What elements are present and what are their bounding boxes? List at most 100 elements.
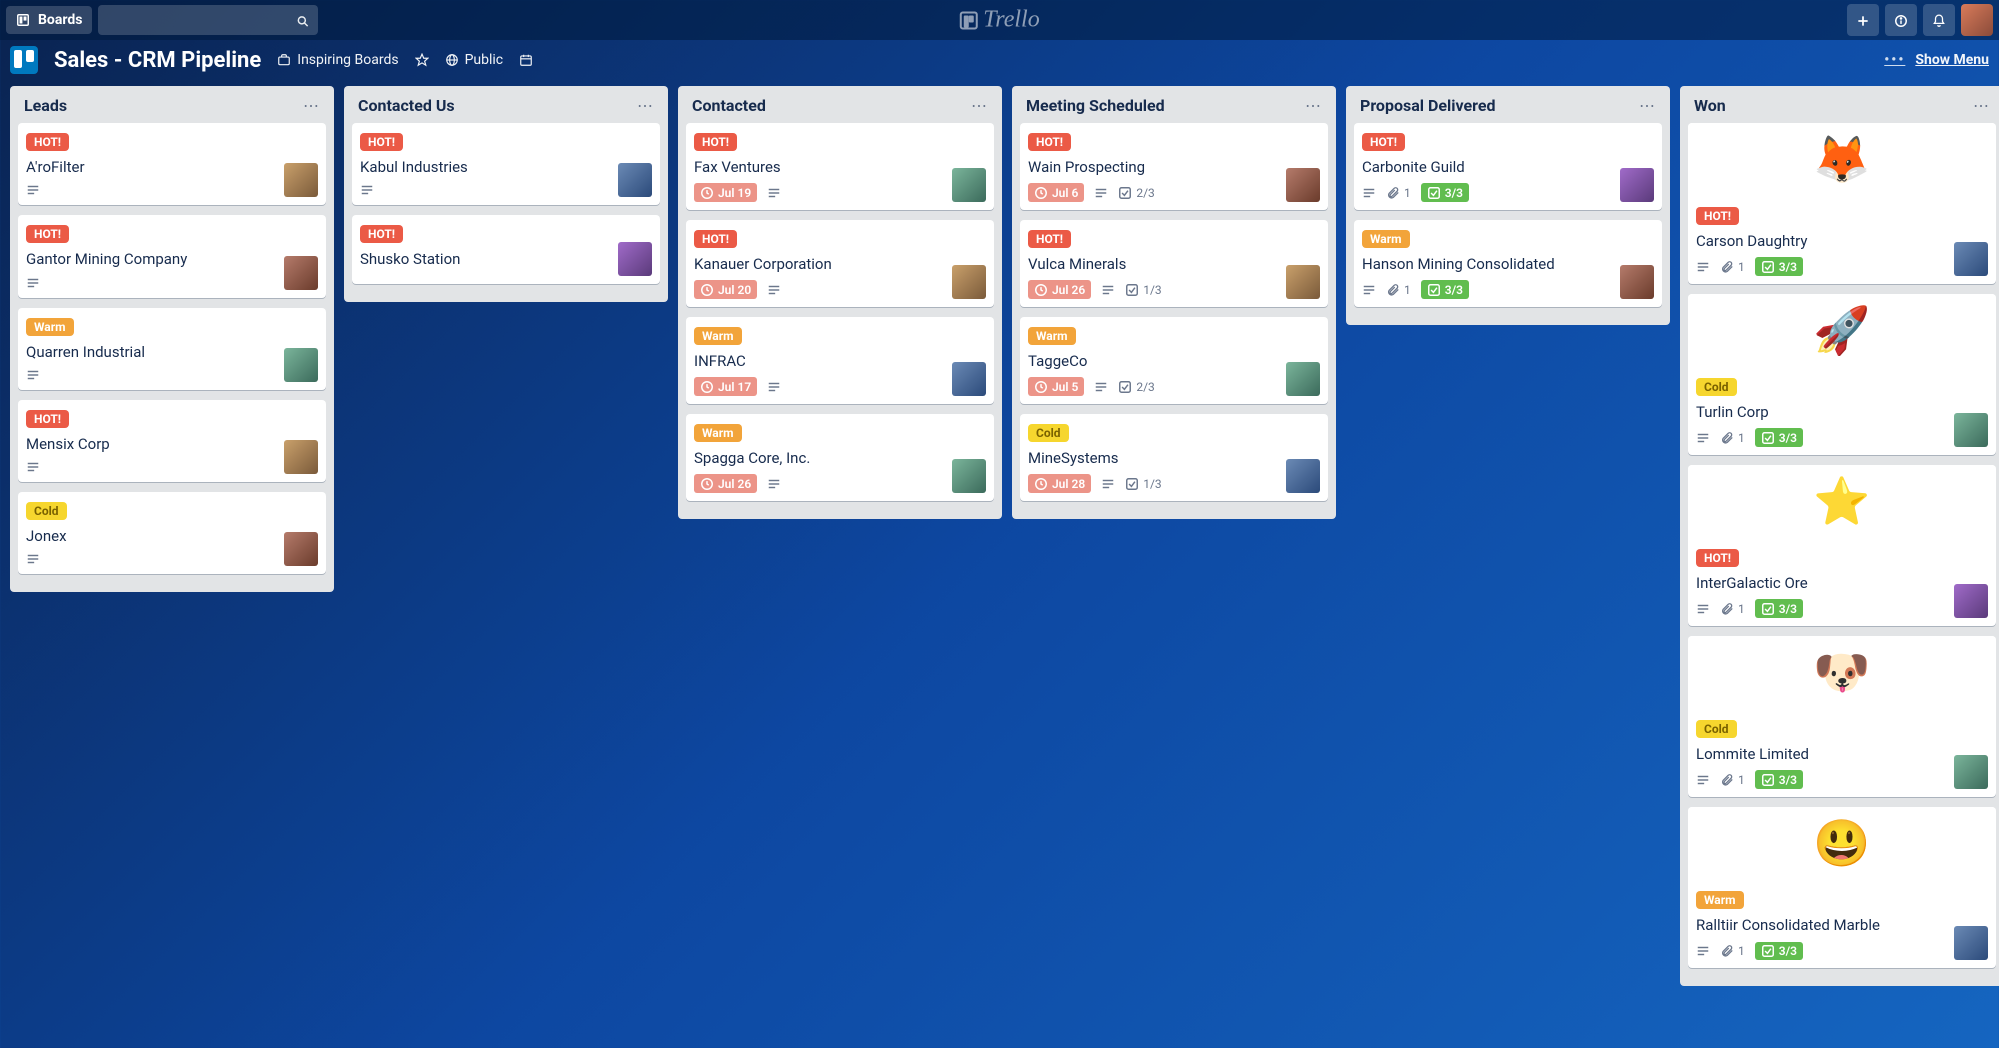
- list: Contacted Us ⋯ HOT!Kabul Industries HOT!S…: [344, 86, 668, 302]
- card[interactable]: HOT!Carbonite Guild 1 3/3: [1354, 123, 1662, 210]
- list-menu-button[interactable]: ⋯: [1305, 96, 1322, 115]
- list-title[interactable]: Contacted Us: [358, 96, 455, 115]
- member-avatar[interactable]: [952, 362, 986, 396]
- card[interactable]: 🦊HOT!Carson Daughtry 1 3/3: [1688, 123, 1996, 284]
- card-badges: Jul 20: [694, 280, 986, 299]
- member-avatar[interactable]: [1954, 413, 1988, 447]
- list-title[interactable]: Proposal Delivered: [1360, 96, 1496, 115]
- list-menu-button[interactable]: ⋯: [1973, 96, 1990, 115]
- list: Won ⋯ 🦊HOT!Carson Daughtry 1 3/3🚀ColdTur…: [1680, 86, 1999, 986]
- member-avatar[interactable]: [1954, 584, 1988, 618]
- checklist-complete-badge: 3/3: [1755, 257, 1803, 276]
- list-menu-button[interactable]: ⋯: [637, 96, 654, 115]
- paperclip-icon: [1720, 772, 1734, 787]
- paperclip-icon: [1386, 282, 1400, 297]
- card[interactable]: HOT!Fax Ventures Jul 19: [686, 123, 994, 210]
- label-hot: HOT!: [1028, 133, 1071, 151]
- card[interactable]: HOT!Vulca Minerals Jul 26 1/3: [1020, 220, 1328, 307]
- info-button[interactable]: [1885, 4, 1917, 36]
- card[interactable]: WarmINFRAC Jul 17: [686, 317, 994, 404]
- member-avatar[interactable]: [1620, 265, 1654, 299]
- card[interactable]: HOT!Kabul Industries: [352, 123, 660, 205]
- card[interactable]: HOT!Kanauer Corporation Jul 20: [686, 220, 994, 307]
- visibility-button[interactable]: Public: [445, 52, 504, 68]
- checklist-complete-badge: 3/3: [1421, 183, 1469, 202]
- member-avatar[interactable]: [618, 163, 652, 197]
- member-avatar[interactable]: [1286, 265, 1320, 299]
- list-menu-button[interactable]: ⋯: [971, 96, 988, 115]
- member-avatar[interactable]: [284, 163, 318, 197]
- card[interactable]: HOT!Wain Prospecting Jul 6 2/3: [1020, 123, 1328, 210]
- list-menu-button[interactable]: ⋯: [1639, 96, 1656, 115]
- boards-button[interactable]: Boards: [6, 6, 92, 34]
- member-avatar[interactable]: [284, 440, 318, 474]
- checklist-icon: [1427, 282, 1441, 297]
- card[interactable]: HOT!Gantor Mining Company: [18, 215, 326, 297]
- card-title: MineSystems: [1028, 448, 1320, 468]
- list-title[interactable]: Leads: [24, 96, 67, 115]
- search-input[interactable]: [98, 5, 318, 35]
- paperclip-icon: [1720, 259, 1734, 274]
- inspiring-boards-label: Inspiring Boards: [297, 52, 398, 68]
- calendar-button[interactable]: [519, 52, 533, 68]
- card-badges: [26, 460, 318, 474]
- list-title[interactable]: Meeting Scheduled: [1026, 96, 1165, 115]
- card[interactable]: WarmTaggeCo Jul 5 2/3: [1020, 317, 1328, 404]
- checklist-badge: 1/3: [1125, 282, 1161, 297]
- inspiring-boards-link[interactable]: Inspiring Boards: [277, 52, 398, 68]
- description-icon: [26, 183, 40, 197]
- description-icon: [767, 283, 781, 297]
- description-icon: [1696, 431, 1710, 445]
- card[interactable]: WarmHanson Mining Consolidated 1 3/3: [1354, 220, 1662, 307]
- card[interactable]: 😃WarmRalltiir Consolidated Marble 1 3/3: [1688, 807, 1996, 968]
- member-avatar[interactable]: [284, 256, 318, 290]
- card[interactable]: 🚀ColdTurlin Corp 1 3/3: [1688, 294, 1996, 455]
- label-cold: Cold: [26, 502, 67, 520]
- card-title: Lommite Limited: [1696, 744, 1988, 764]
- description-icon: [1101, 283, 1115, 297]
- notifications-button[interactable]: [1923, 4, 1955, 36]
- member-avatar[interactable]: [1286, 168, 1320, 202]
- show-menu-button[interactable]: Show Menu: [1915, 52, 1989, 68]
- create-button[interactable]: [1847, 4, 1879, 36]
- description-icon: [1696, 944, 1710, 958]
- list-menu-button[interactable]: ⋯: [303, 96, 320, 115]
- card-title: Mensix Corp: [26, 434, 318, 454]
- member-avatar[interactable]: [1286, 459, 1320, 493]
- label-warm: Warm: [26, 318, 74, 336]
- card[interactable]: 🐶ColdLommite Limited 1 3/3: [1688, 636, 1996, 797]
- member-avatar[interactable]: [952, 459, 986, 493]
- member-avatar[interactable]: [1954, 242, 1988, 276]
- checklist-icon: [1118, 379, 1132, 394]
- card[interactable]: WarmQuarren Industrial: [18, 308, 326, 390]
- member-avatar[interactable]: [1954, 755, 1988, 789]
- user-avatar[interactable]: [1961, 4, 1993, 36]
- member-avatar[interactable]: [952, 168, 986, 202]
- member-avatar[interactable]: [1620, 168, 1654, 202]
- list-title[interactable]: Contacted: [692, 96, 766, 115]
- member-avatar[interactable]: [284, 532, 318, 566]
- star-button[interactable]: [415, 52, 429, 68]
- card[interactable]: ColdJonex: [18, 492, 326, 574]
- card[interactable]: WarmSpagga Core, Inc. Jul 26: [686, 414, 994, 501]
- member-avatar[interactable]: [1286, 362, 1320, 396]
- card[interactable]: ⭐HOT!InterGalactic Ore 1 3/3: [1688, 465, 1996, 626]
- member-avatar[interactable]: [952, 265, 986, 299]
- member-avatar[interactable]: [618, 242, 652, 276]
- card[interactable]: HOT!A'roFilter: [18, 123, 326, 205]
- member-avatar[interactable]: [1954, 926, 1988, 960]
- card-title: Ralltiir Consolidated Marble: [1696, 915, 1988, 935]
- card[interactable]: HOT!Mensix Corp: [18, 400, 326, 482]
- brand-logo[interactable]: Trello: [959, 7, 1039, 34]
- list-title[interactable]: Won: [1694, 96, 1726, 115]
- card-title: InterGalactic Ore: [1696, 573, 1988, 593]
- card-cover: 🐶: [1688, 636, 1996, 710]
- label-cold: Cold: [1028, 424, 1069, 442]
- top-bar: Boards Trello: [0, 0, 1999, 40]
- card[interactable]: HOT!Shusko Station: [352, 215, 660, 283]
- member-avatar[interactable]: [284, 348, 318, 382]
- card[interactable]: ColdMineSystems Jul 28 1/3: [1020, 414, 1328, 501]
- due-date-badge: Jul 5: [1028, 377, 1084, 396]
- card-badges: 1 3/3: [1696, 428, 1988, 447]
- board-title[interactable]: Sales - CRM Pipeline: [54, 48, 261, 73]
